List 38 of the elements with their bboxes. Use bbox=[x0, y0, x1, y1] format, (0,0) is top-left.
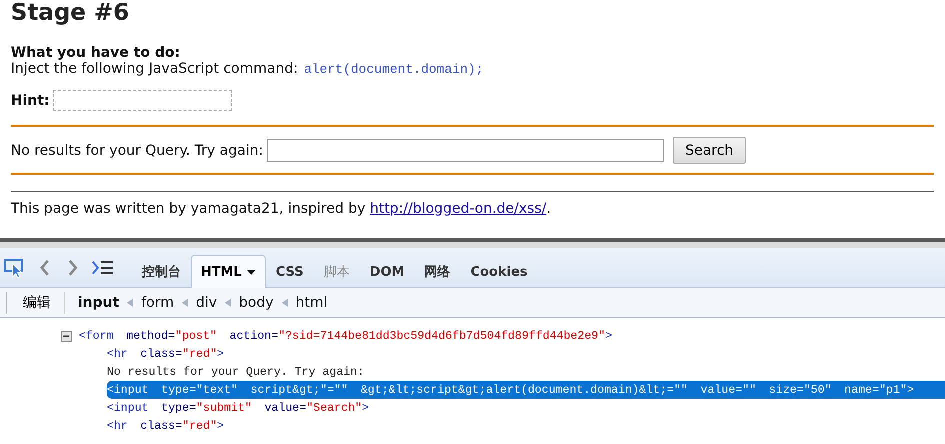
breadcrumb-item[interactable]: html bbox=[292, 294, 332, 310]
separator-icon bbox=[182, 298, 188, 306]
inspect-icon[interactable] bbox=[4, 258, 26, 278]
breadcrumb-item[interactable]: form bbox=[137, 294, 178, 310]
query-label: No results for your Query. Try again: bbox=[11, 142, 264, 158]
page-title: Stage #6 bbox=[11, 0, 130, 26]
caret-icon bbox=[246, 270, 256, 274]
code-snippet: alert(document.domain); bbox=[304, 62, 484, 76]
footer-link[interactable]: http://blogged-on.de/xss/ bbox=[370, 201, 547, 217]
breadcrumb-item[interactable]: input bbox=[74, 294, 124, 310]
footer-text: This page was written by yamagata21, inspired by http://blogged-on.de/xss/. bbox=[11, 201, 552, 217]
panel-tab[interactable]: Cookies bbox=[460, 255, 538, 288]
panel-tab[interactable]: CSS bbox=[266, 255, 314, 288]
panel-tab[interactable]: HTML bbox=[191, 255, 266, 288]
task-heading: What you have to do: bbox=[11, 45, 182, 61]
instruction-text: Inject the following JavaScript command: bbox=[11, 61, 298, 77]
separator-icon bbox=[282, 298, 288, 306]
collapse-icon[interactable] bbox=[61, 330, 72, 342]
breadcrumb-item[interactable]: body bbox=[235, 294, 278, 310]
code-line[interactable]: <input type="submit" value="Search"> bbox=[107, 399, 945, 417]
separator-icon bbox=[127, 298, 134, 306]
panel-tab[interactable]: DOM bbox=[360, 255, 415, 288]
separator-icon bbox=[225, 298, 232, 306]
edit-button[interactable]: 编辑 bbox=[6, 292, 65, 314]
panel-tab[interactable]: 网络 bbox=[414, 255, 461, 288]
code-line[interactable]: <form method="post" action="?sid=7144be81dd3bc59d4d6fb7d504fd89ffd44be2e9"> bbox=[79, 327, 612, 345]
hint-label: Hint: bbox=[11, 92, 50, 108]
search-button[interactable]: Search bbox=[673, 137, 746, 164]
code-line[interactable]: <hr class="red"> bbox=[107, 345, 945, 363]
breadcrumb-item[interactable]: div bbox=[192, 294, 222, 310]
panel-tab[interactable]: 控制台 bbox=[132, 255, 191, 288]
code-line[interactable]: <input type="text" script&gt;"="" &gt;&lt;script&gt;alert(document.domain)&lt;="" value="" size="50" name="p1"> bbox=[107, 381, 945, 399]
command-line-icon[interactable] bbox=[92, 261, 114, 275]
code-line[interactable]: No results for your Query. Try again: bbox=[107, 363, 945, 381]
code-line[interactable]: <hr class="red"> bbox=[107, 417, 945, 435]
forward-icon[interactable] bbox=[68, 259, 78, 277]
back-icon[interactable] bbox=[40, 259, 50, 277]
search-field[interactable] bbox=[267, 139, 664, 162]
